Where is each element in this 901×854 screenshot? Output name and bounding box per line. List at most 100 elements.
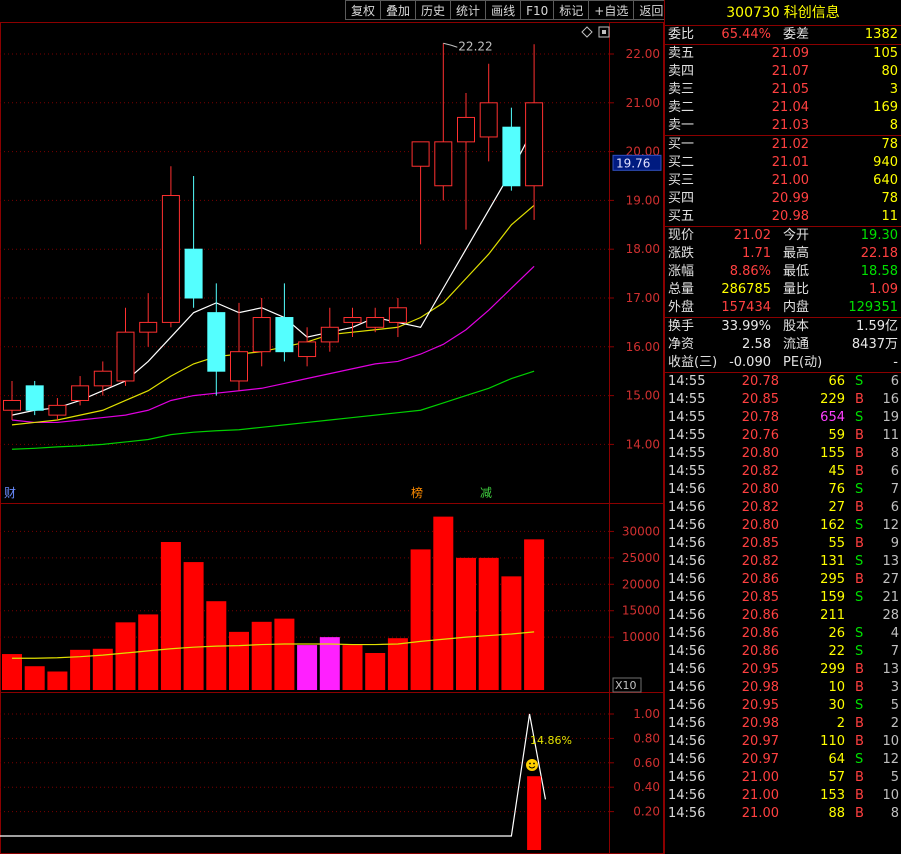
tick-direction: B (855, 464, 864, 479)
sell-order-row[interactable]: 卖四 21.07 80 (665, 63, 901, 81)
tick-volume: 155 (820, 446, 845, 461)
tick-row: 14:56 20.95 299 B 13 (665, 661, 901, 679)
draw-line-button[interactable]: 画线 (485, 0, 522, 20)
buy-order-row[interactable]: 买一 21.02 78 (665, 136, 901, 154)
buy-order-volume: 78 (881, 191, 898, 206)
candle-body (71, 385, 90, 401)
reduce-marker: 减 (480, 486, 492, 500)
tick-count: 2 (890, 716, 899, 731)
mark-button[interactable]: 标记 (553, 0, 590, 20)
sell-order-row[interactable]: 卖一 21.03 8 (665, 117, 901, 135)
tick-row: 14:56 20.98 2 B 2 (665, 715, 901, 733)
history-button[interactable]: 历史 (415, 0, 452, 20)
candle-body (502, 126, 521, 187)
quote-row: 总量 286785 量比 1.09 (665, 281, 901, 299)
tick-volume: 57 (828, 770, 845, 785)
tick-count: 8 (890, 806, 899, 821)
tick-time: 14:55 (668, 410, 706, 425)
tick-list[interactable]: 14:55 20.78 66 S 6 14:55 20.85 229 B 16 14:55 20.78… (665, 373, 901, 823)
tick-row: 14:56 20.80 162 S 12 (665, 517, 901, 535)
tick-count: 5 (890, 698, 899, 713)
tick-direction: B (855, 680, 864, 695)
restore-rights-button[interactable]: 复权 (345, 0, 382, 20)
tick-direction: B (855, 806, 864, 821)
tick-row: 14:55 20.80 155 B 8 (665, 445, 901, 463)
buy-orders: 买一 21.02 78 买二 21.01 940 买三 21.00 640 买四 20.99 78 买五… (665, 136, 901, 227)
tick-count: 11 (882, 428, 899, 443)
statistics-button[interactable]: 统计 (450, 0, 487, 20)
candle-body (479, 102, 498, 138)
tick-direction: S (855, 554, 864, 569)
quote-label: 内盘 (783, 300, 810, 315)
tick-time: 14:56 (668, 608, 706, 623)
tick-row: 14:56 20.86 26 S 4 (665, 625, 901, 643)
tick-volume: 299 (820, 662, 845, 677)
tick-price: 20.97 (741, 734, 779, 749)
candle-body (207, 312, 226, 372)
tick-price: 20.82 (741, 500, 779, 515)
candle-body (343, 317, 362, 323)
quote-label: 涨幅 (668, 264, 695, 279)
ma-mid-line (11, 204, 535, 426)
tick-direction: B (855, 770, 864, 785)
tick-direction: S (855, 644, 864, 659)
sell-order-row[interactable]: 卖二 21.04 169 (665, 99, 901, 117)
candle-body (48, 404, 67, 416)
sell-order-row[interactable]: 卖五 21.09 105 (665, 45, 901, 63)
volume-bar (47, 671, 68, 690)
volume-bar (410, 549, 431, 690)
candle-body (116, 331, 135, 382)
tick-price: 20.85 (741, 536, 779, 551)
tick-time: 14:55 (668, 374, 706, 389)
overlay-button[interactable]: 叠加 (380, 0, 417, 20)
fundamental-value: -0.090 (729, 355, 771, 370)
rank-marker: 榜 (411, 485, 423, 500)
buy-order-row[interactable]: 买二 21.01 940 (665, 154, 901, 172)
kline-chart-area[interactable]: 22.0021.0020.0019.0018.0017.0016.0015.00… (0, 0, 664, 854)
sell-order-volume: 3 (889, 82, 898, 97)
buy-order-row[interactable]: 买四 20.99 78 (665, 190, 901, 208)
candle-body (298, 341, 317, 358)
buy-order-volume: 78 (881, 137, 898, 152)
high-pointer (443, 42, 458, 48)
candle-body (411, 141, 430, 167)
tick-row: 14:55 20.76 59 B 11 (665, 427, 901, 445)
tick-time: 14:56 (668, 734, 706, 749)
quote-label: 外盘 (668, 300, 695, 315)
tick-direction: S (855, 374, 864, 389)
smiley-icon (529, 762, 531, 765)
tick-volume: 45 (828, 464, 845, 479)
sell-order-price: 21.05 (771, 82, 809, 97)
f10-button[interactable]: F10 (520, 0, 555, 20)
ma-long-line (11, 370, 535, 450)
price-tick-label: 22.00 (626, 47, 660, 61)
price-tick-label: 15.00 (626, 389, 660, 403)
candle-body (320, 326, 339, 343)
add-watchlist-button[interactable]: +自选 (588, 0, 635, 20)
tick-time: 14:56 (668, 536, 706, 551)
tick-volume: 30 (828, 698, 845, 713)
tick-time: 14:55 (668, 446, 706, 461)
tick-direction: S (855, 590, 864, 605)
indicator-line (0, 713, 547, 837)
quote-label: 最高 (783, 246, 810, 261)
quote-value: 157434 (721, 300, 771, 315)
fundamental-value: 1.59亿 (856, 319, 898, 334)
tick-direction: S (855, 410, 864, 425)
buy-order-row[interactable]: 买五 20.98 11 (665, 208, 901, 226)
volume-bar (478, 557, 499, 690)
buy-order-row[interactable]: 买三 21.00 640 (665, 172, 901, 190)
tick-count: 5 (890, 770, 899, 785)
tick-count: 8 (890, 446, 899, 461)
quote-value: 21.02 (733, 228, 771, 243)
tick-direction: S (855, 626, 864, 641)
sell-order-price: 21.09 (771, 46, 809, 61)
tick-price: 20.82 (741, 464, 779, 479)
candle-body (230, 351, 248, 382)
candle-body (93, 370, 112, 387)
tick-row: 14:56 20.98 10 B 3 (665, 679, 901, 697)
current-price-label: 19.76 (616, 156, 650, 170)
tick-volume: 654 (820, 410, 845, 425)
tick-row: 14:56 20.85 159 S 21 (665, 589, 901, 607)
sell-order-row[interactable]: 卖三 21.05 3 (665, 81, 901, 99)
